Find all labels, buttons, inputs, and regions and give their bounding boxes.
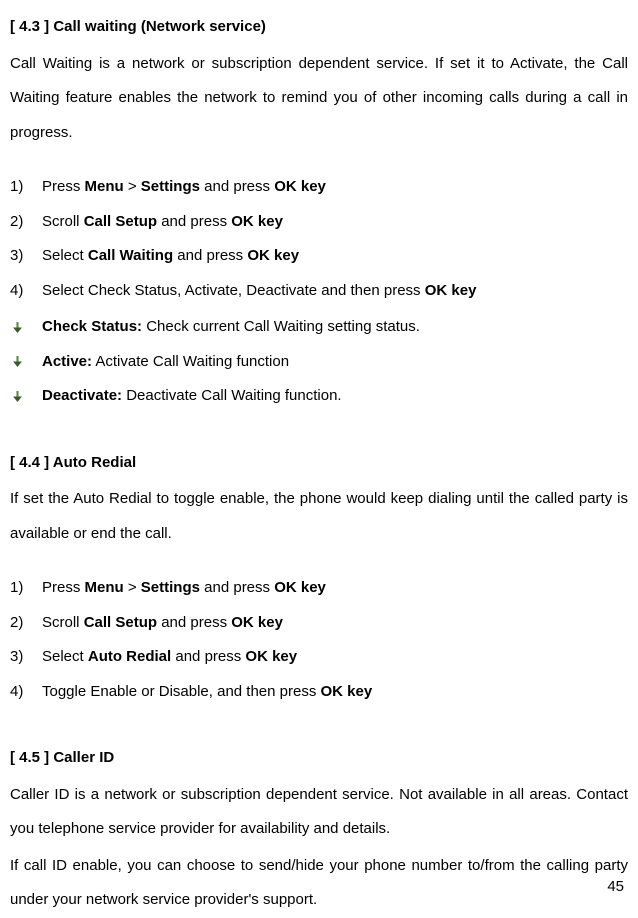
list-number: 3) [10,239,42,274]
bullet-item: Active: Activate Call Waiting function [10,345,628,380]
bullet-content: Active: Activate Call Waiting function [42,345,628,380]
bullet-item: Deactivate: Deactivate Call Waiting func… [10,379,628,414]
list-number: 2) [10,205,42,240]
section-4-3-intro: Call Waiting is a network or subscriptio… [10,47,628,151]
arrow-down-icon [10,391,42,402]
section-4-5-intro-1: Caller ID is a network or subscription d… [10,778,628,847]
section-heading-4-3: [ 4.3 ] Call waiting (Network service) [10,10,628,45]
list-number: 1) [10,170,42,205]
list-item: 1) Press Menu > Settings and press OK ke… [10,170,628,205]
list-content: Select Call Waiting and press OK key [42,239,628,274]
list-item: 3) Select Call Waiting and press OK key [10,239,628,274]
list-content: Scroll Call Setup and press OK key [42,205,628,240]
list-item: 3) Select Auto Redial and press OK key [10,640,628,675]
list-content: Select Check Status, Activate, Deactivat… [42,274,628,309]
section-heading-4-4: [ 4.4 ] Auto Redial [10,446,628,481]
page-number: 45 [607,870,624,905]
list-content: Press Menu > Settings and press OK key [42,170,628,205]
list-number: 4) [10,675,42,710]
list-content: Select Auto Redial and press OK key [42,640,628,675]
section-4-4-steps: 1) Press Menu > Settings and press OK ke… [10,571,628,709]
section-heading-4-5: [ 4.5 ] Caller ID [10,741,628,776]
section-4-3-steps: 1) Press Menu > Settings and press OK ke… [10,170,628,308]
list-item: 2) Scroll Call Setup and press OK key [10,205,628,240]
list-content: Toggle Enable or Disable, and then press… [42,675,628,710]
arrow-down-icon [10,322,42,333]
list-content: Press Menu > Settings and press OK key [42,571,628,606]
list-item: 2) Scroll Call Setup and press OK key [10,606,628,641]
arrow-down-icon [10,356,42,367]
bullet-content: Check Status: Check current Call Waiting… [42,310,628,345]
list-number: 1) [10,571,42,606]
section-4-3-bullets: Check Status: Check current Call Waiting… [10,310,628,414]
bullet-item: Check Status: Check current Call Waiting… [10,310,628,345]
list-number: 2) [10,606,42,641]
section-4-4-intro: If set the Auto Redial to toggle enable,… [10,482,628,551]
list-number: 4) [10,274,42,309]
bullet-content: Deactivate: Deactivate Call Waiting func… [42,379,628,414]
section-4-5-intro-2: If call ID enable, you can choose to sen… [10,849,628,918]
list-number: 3) [10,640,42,675]
list-content: Scroll Call Setup and press OK key [42,606,628,641]
list-item: 1) Press Menu > Settings and press OK ke… [10,571,628,606]
list-item: 4) Select Check Status, Activate, Deacti… [10,274,628,309]
list-item: 4) Toggle Enable or Disable, and then pr… [10,675,628,710]
